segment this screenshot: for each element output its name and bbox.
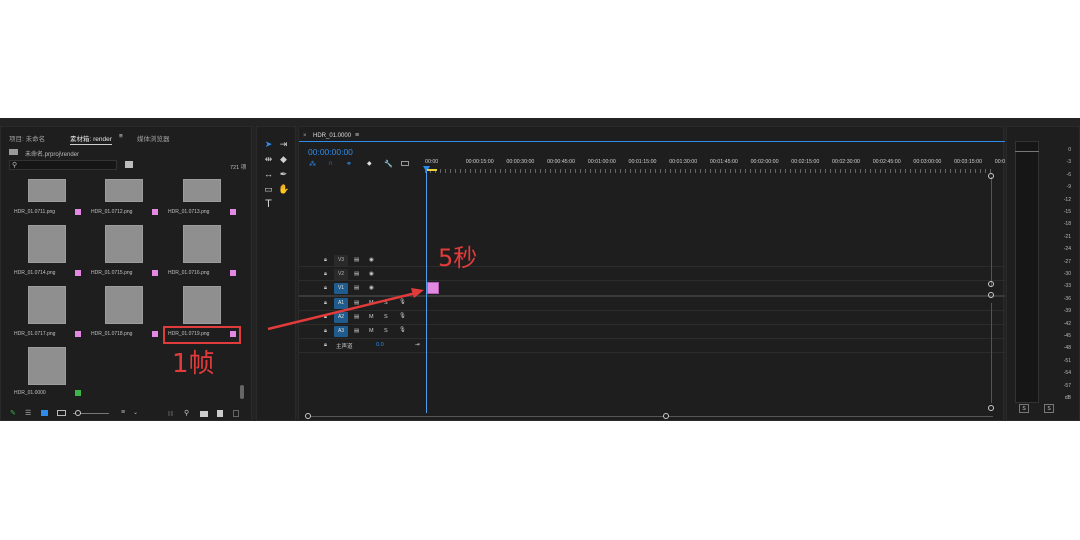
annotation-frame: 1帧 bbox=[172, 349, 215, 379]
annotation-arrow bbox=[267, 288, 424, 331]
annotation-duration: 5秒 bbox=[438, 244, 478, 272]
